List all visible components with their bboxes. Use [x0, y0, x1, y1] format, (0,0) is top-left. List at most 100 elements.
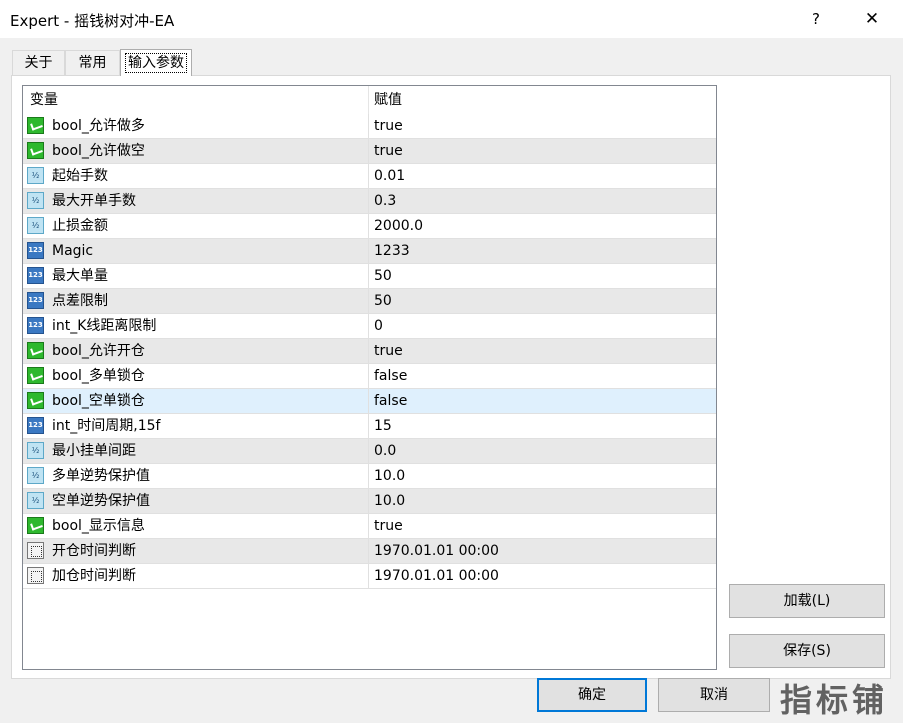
save-button[interactable]: 保存(S): [729, 634, 885, 668]
bool-icon: [27, 392, 44, 409]
variable-name: bool_允许做空: [52, 143, 145, 159]
column-header-variable[interactable]: 变量: [30, 86, 58, 114]
grid-row[interactable]: ½ 最大开单手数 0.3: [23, 189, 716, 214]
grid-row[interactable]: bool_显示信息 true: [23, 514, 716, 539]
variable-name: 开仓时间判断: [52, 543, 136, 559]
cell-divider: [368, 164, 369, 189]
variable-name: 加仓时间判断: [52, 568, 136, 584]
grid-row[interactable]: 123 点差限制 50: [23, 289, 716, 314]
variable-value[interactable]: true: [374, 139, 403, 164]
cell-divider: [368, 464, 369, 489]
int-icon: 123: [27, 267, 44, 284]
variable-name: bool_空单锁仓: [52, 393, 145, 409]
variable-value[interactable]: 1970.01.01 00:00: [374, 539, 499, 564]
cell-divider: [368, 239, 369, 264]
double-icon: ½: [27, 192, 44, 209]
tab-about-label: 关于: [24, 55, 53, 71]
variable-name: 最小挂单间距: [52, 443, 136, 459]
grid-row[interactable]: ½ 起始手数 0.01: [23, 164, 716, 189]
cell-divider: [368, 214, 369, 239]
grid-row[interactable]: bool_允许开仓 true: [23, 339, 716, 364]
cell-divider: [368, 514, 369, 539]
grid-row[interactable]: 123 int_时间周期,15f 15: [23, 414, 716, 439]
cell-divider: [368, 564, 369, 589]
datetime-icon: [27, 542, 44, 559]
bool-icon: [27, 367, 44, 384]
grid-row[interactable]: ½ 多单逆势保护值 10.0: [23, 464, 716, 489]
bool-icon: [27, 342, 44, 359]
load-button[interactable]: 加载(L): [729, 584, 885, 618]
cell-divider: [368, 314, 369, 339]
tab-common[interactable]: 常用: [65, 50, 120, 75]
grid-row[interactable]: 加仓时间判断 1970.01.01 00:00: [23, 564, 716, 589]
parameters-grid[interactable]: 变量 赋值 bool_允许做多 true bool_允许做空 true ½ 起始手数 0.0…: [22, 85, 717, 670]
variable-value[interactable]: 1233: [374, 239, 410, 264]
variable-value[interactable]: false: [374, 389, 407, 414]
tab-about[interactable]: 关于: [12, 50, 65, 75]
grid-row[interactable]: bool_允许做多 true: [23, 114, 716, 139]
cell-divider: [368, 489, 369, 514]
column-header-value[interactable]: 赋值: [374, 86, 402, 114]
variable-value[interactable]: 0.0: [374, 439, 396, 464]
grid-row[interactable]: 123 最大单量 50: [23, 264, 716, 289]
grid-row[interactable]: bool_空单锁仓 false: [23, 389, 716, 414]
int-icon: 123: [27, 417, 44, 434]
help-button[interactable]: ?: [796, 0, 836, 38]
cancel-button[interactable]: 取消: [658, 678, 770, 712]
int-icon: 123: [27, 317, 44, 334]
double-icon: ½: [27, 492, 44, 509]
variable-value[interactable]: 50: [374, 264, 392, 289]
cell-divider: [368, 364, 369, 389]
variable-value[interactable]: 0: [374, 314, 383, 339]
variable-name: 止损金额: [52, 218, 108, 234]
grid-row[interactable]: ½ 空单逆势保护值 10.0: [23, 489, 716, 514]
column-divider[interactable]: [368, 86, 369, 114]
grid-row[interactable]: ½ 最小挂单间距 0.0: [23, 439, 716, 464]
variable-value[interactable]: true: [374, 339, 403, 364]
double-icon: ½: [27, 167, 44, 184]
variable-name: bool_显示信息: [52, 518, 145, 534]
variable-name: int_时间周期,15f: [52, 418, 161, 434]
variable-value[interactable]: 15: [374, 414, 392, 439]
grid-row[interactable]: 123 int_K线距离限制 0: [23, 314, 716, 339]
grid-row[interactable]: bool_允许做空 true: [23, 139, 716, 164]
cell-divider: [368, 114, 369, 139]
variable-value[interactable]: 50: [374, 289, 392, 314]
window-title: Expert - 摇钱树对冲-EA: [10, 12, 175, 30]
cell-divider: [368, 439, 369, 464]
close-button[interactable]: ✕: [852, 0, 892, 38]
variable-name: bool_允许做多: [52, 118, 145, 134]
cell-divider: [368, 539, 369, 564]
variable-value[interactable]: 10.0: [374, 489, 405, 514]
grid-row[interactable]: ½ 止损金额 2000.0: [23, 214, 716, 239]
variable-name: 最大单量: [52, 268, 108, 284]
bool-icon: [27, 142, 44, 159]
variable-value[interactable]: true: [374, 514, 403, 539]
double-icon: ½: [27, 217, 44, 234]
variable-value[interactable]: false: [374, 364, 407, 389]
grid-row[interactable]: bool_多单锁仓 false: [23, 364, 716, 389]
grid-row[interactable]: 开仓时间判断 1970.01.01 00:00: [23, 539, 716, 564]
ok-button[interactable]: 确定: [537, 678, 647, 712]
cell-divider: [368, 414, 369, 439]
int-icon: 123: [27, 292, 44, 309]
variable-value[interactable]: 2000.0: [374, 214, 423, 239]
variable-value[interactable]: 1970.01.01 00:00: [374, 564, 499, 589]
variable-name: int_K线距离限制: [52, 318, 157, 334]
variable-value[interactable]: 10.0: [374, 464, 405, 489]
datetime-icon: [27, 567, 44, 584]
tab-inputs[interactable]: 输入参数: [120, 49, 192, 76]
variable-name: 空单逆势保护值: [52, 493, 150, 509]
cell-divider: [368, 339, 369, 364]
variable-name: 最大开单手数: [52, 193, 136, 209]
grid-row[interactable]: 123 Magic 1233: [23, 239, 716, 264]
variable-name: bool_允许开仓: [52, 343, 145, 359]
tab-common-label: 常用: [78, 55, 107, 71]
variable-name: 起始手数: [52, 168, 108, 184]
variable-value[interactable]: true: [374, 114, 403, 139]
variable-value[interactable]: 0.3: [374, 189, 396, 214]
variable-value[interactable]: 0.01: [374, 164, 405, 189]
title-bar: Expert - 摇钱树对冲-EA ? ✕: [0, 0, 903, 38]
cell-divider: [368, 264, 369, 289]
cell-divider: [368, 139, 369, 164]
